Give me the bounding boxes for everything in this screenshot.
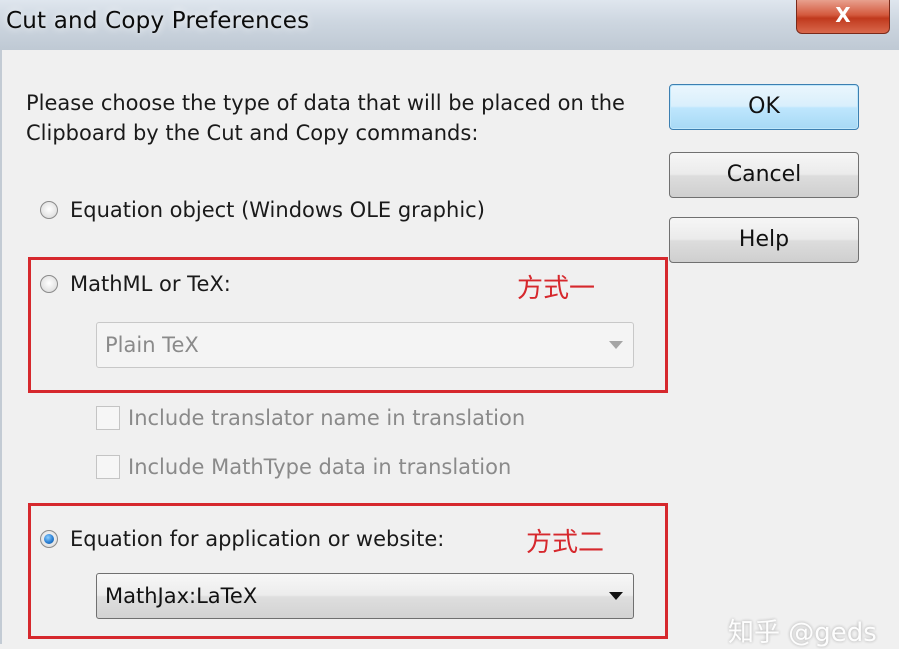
annotation-method-two: 方式二 xyxy=(526,528,605,558)
include-mathtype-checkbox[interactable] xyxy=(96,455,120,479)
help-button[interactable]: Help xyxy=(669,217,859,263)
window-title: Cut and Copy Preferences xyxy=(6,8,310,34)
radio-equation-app[interactable] xyxy=(40,530,58,548)
radio-mathml-tex-label: MathML or TeX: xyxy=(70,272,231,296)
radio-equation-object-row[interactable]: Equation object (Windows OLE graphic) xyxy=(40,195,485,225)
chevron-down-icon xyxy=(609,592,623,600)
radio-equation-object[interactable] xyxy=(40,201,58,219)
mathml-tex-dropdown[interactable]: Plain TeX xyxy=(96,322,634,368)
instruction-text: Please choose the type of data that will… xyxy=(26,91,625,145)
include-translator-row[interactable]: Include translator name in translation xyxy=(96,403,525,433)
radio-equation-app-row[interactable]: Equation for application or website: xyxy=(40,524,444,554)
include-mathtype-label: Include MathType data in translation xyxy=(128,455,512,479)
close-icon: X xyxy=(835,3,851,27)
include-translator-checkbox[interactable] xyxy=(96,406,120,430)
close-button[interactable]: X xyxy=(796,0,890,34)
mathml-tex-dropdown-value: Plain TeX xyxy=(105,333,199,357)
include-mathtype-row[interactable]: Include MathType data in translation xyxy=(96,452,511,482)
chevron-down-icon xyxy=(609,341,623,349)
equation-app-dropdown[interactable]: MathJax:LaTeX xyxy=(96,573,634,619)
ok-button[interactable]: OK xyxy=(669,84,859,130)
radio-mathml-tex-row[interactable]: MathML or TeX: xyxy=(40,269,231,299)
include-translator-label: Include translator name in translation xyxy=(128,406,526,430)
radio-equation-app-label: Equation for application or website: xyxy=(70,527,445,551)
radio-mathml-tex[interactable] xyxy=(40,275,58,293)
equation-app-dropdown-value: MathJax:LaTeX xyxy=(105,584,258,608)
watermark: 知乎 @geds xyxy=(728,618,877,648)
title-bar: Cut and Copy Preferences X xyxy=(0,0,899,51)
annotation-method-one: 方式一 xyxy=(517,274,596,304)
cancel-button[interactable]: Cancel xyxy=(669,152,859,198)
radio-equation-object-label: Equation object (Windows OLE graphic) xyxy=(70,198,485,222)
